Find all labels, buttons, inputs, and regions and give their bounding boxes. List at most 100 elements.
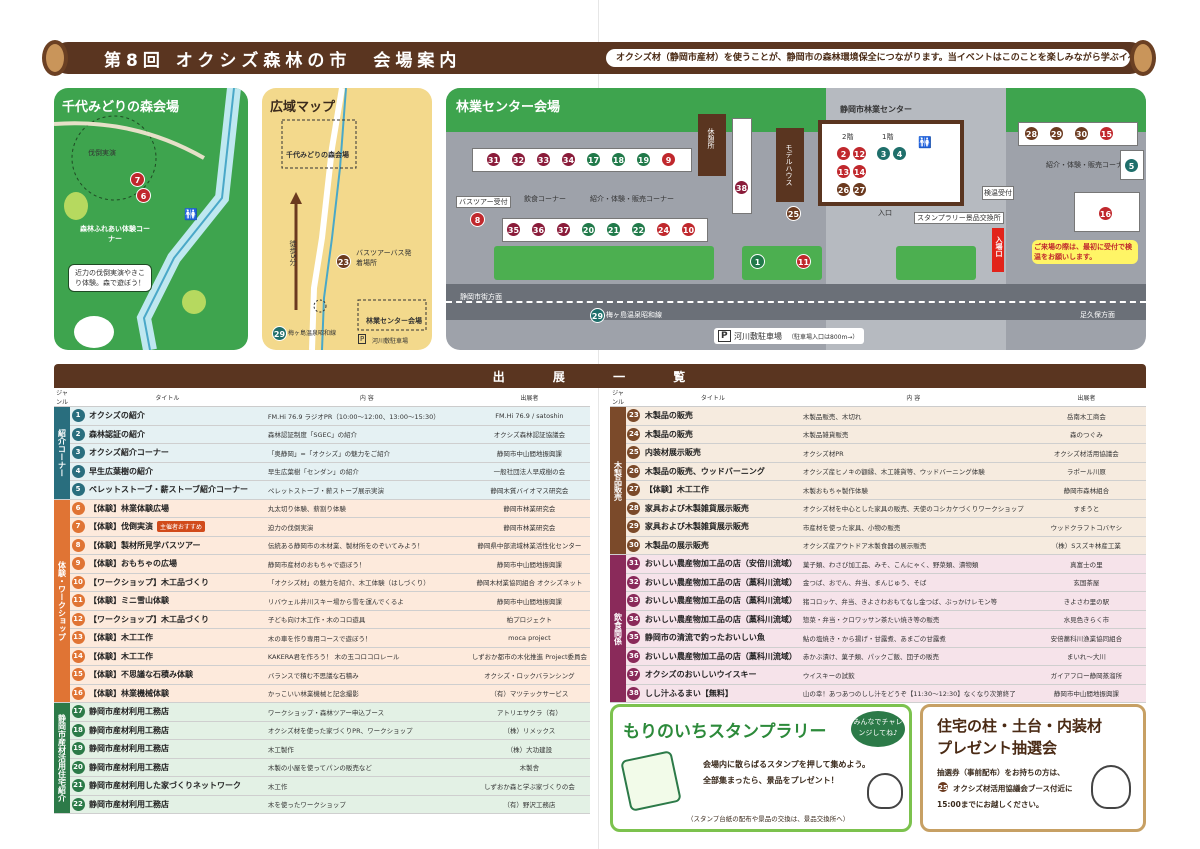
map3-badge-36[interactable]: 36 <box>531 222 546 237</box>
row-title-text: 【体験】木工工作 <box>89 633 153 643</box>
row-title-text: 【体験】木工工作 <box>89 651 153 661</box>
map3-badge-14[interactable]: 14 <box>852 164 867 179</box>
map3-badge-19[interactable]: 19 <box>636 152 651 167</box>
row-title: 【体験】林業機械体験 <box>86 684 265 703</box>
map2-label-parking: 河川敷駐車場 <box>372 338 409 345</box>
row-exhibitor: オクシズ森林認証協議会 <box>468 425 590 444</box>
map3-badge-29[interactable]: 29 <box>1049 126 1064 141</box>
row-title-text: 静岡市産材利用した家づくりネットワーク <box>89 781 241 791</box>
row-title-text: オクシズ紹介コーナー <box>89 448 169 458</box>
map3-badge-8[interactable]: 8 <box>470 212 485 227</box>
table-row: 25 内装材展示販売 オクシズ材PR オクシズ材活用協議会 <box>610 443 1146 463</box>
map3-badge-16[interactable]: 16 <box>1098 206 1113 221</box>
map3-badge-33[interactable]: 33 <box>536 152 551 167</box>
table-row: 14 【体験】木工工作 KAKERA君を作ろう！ 木の玉コロコロレール しずおか都市の… <box>54 647 590 666</box>
row-number: 18 <box>70 721 86 740</box>
table-row: 7 【体験】伐倒実演 主催者おすすめ 迫力の伐倒実演 静岡市林業研究会 <box>54 517 590 537</box>
map3-badge-37[interactable]: 37 <box>556 222 571 237</box>
row-title-text: 【体験】おもちゃの広場 <box>89 559 177 569</box>
map3-badge-34[interactable]: 34 <box>561 152 576 167</box>
row-title: 家具および木製雑貨展示販売 <box>641 499 800 518</box>
map3-badge-28[interactable]: 28 <box>1024 126 1039 141</box>
map3-badge-17[interactable]: 17 <box>586 152 601 167</box>
map3-badge-9[interactable]: 9 <box>661 152 676 167</box>
row-title-text: おいしい農産物加工品の店（安倍川流域） <box>644 559 797 569</box>
th-title-right: タイトル <box>625 388 800 407</box>
row-content: 猪コロッケ、弁当、きよさわおもてなし金つば、ぶっかけレモン等 <box>799 591 1027 611</box>
map2-badge-23[interactable]: 23 <box>336 254 351 269</box>
map3-badge-31[interactable]: 31 <box>486 152 501 167</box>
row-title: 【体験】木工工作 <box>86 647 265 666</box>
number-badge: 17 <box>71 705 85 719</box>
row-content: 早生広葉樹「センダン」の紹介 <box>264 462 469 481</box>
number-badge: 25 <box>627 446 641 460</box>
map3-badge-32[interactable]: 32 <box>511 152 526 167</box>
label-food: 飲食コーナー <box>524 195 566 203</box>
number-badge: 26 <box>627 464 641 478</box>
map3-badge-20[interactable]: 20 <box>581 222 596 237</box>
map1-badge-7[interactable]: 7 <box>130 172 145 187</box>
row-title-text: 木製品の販売 <box>644 411 693 421</box>
map3-badge-13[interactable]: 13 <box>836 164 851 179</box>
row-exhibitor: 岳南木工商会 <box>1026 406 1146 426</box>
map3-badge-15[interactable]: 15 <box>1099 126 1114 141</box>
table-row: 21 静岡市産材利用した家づくりネットワーク 木工作 しずおか森と学ぶ家づくりの会 <box>54 776 590 796</box>
map3-badge-18[interactable]: 18 <box>611 152 626 167</box>
map1-badge-6[interactable]: 6 <box>136 188 151 203</box>
map3-badge-38[interactable]: 38 <box>734 180 749 195</box>
floor-1f: 1階 <box>882 133 894 141</box>
row-number: 2 <box>70 425 86 444</box>
map3-badge-30[interactable]: 30 <box>1074 126 1089 141</box>
row-content: KAKERA君を作ろう！ 木の玉コロコロレール <box>264 647 469 666</box>
map3-badge-25[interactable]: 25 <box>786 206 801 221</box>
row-content: かっこいい林業機械と記念撮影 <box>264 684 469 703</box>
row-exhibitor: 一般社団法人早成樹の会 <box>468 462 590 481</box>
lottery-line2: オクシズ材活用協議会ブース付近に <box>953 784 1073 793</box>
map3-badge-35[interactable]: 35 <box>506 222 521 237</box>
label-rest: 休憩所 <box>707 128 715 149</box>
stamp-line1: 会場内に散らばるスタンプを押して集めよう。 <box>703 760 871 769</box>
row-title: おいしい農産物加工品の店（藁科川流域） <box>641 573 800 592</box>
genre-cell: 飲食関係 <box>610 554 626 703</box>
row-content: 山の幸！あつあつのしし汁をどうぞ【11:30～12:30】なくなり次第終了 <box>799 684 1027 703</box>
number-badge: 35 <box>627 631 641 645</box>
map3-badge-10[interactable]: 10 <box>681 222 696 237</box>
th-exhibitor: 出展者 <box>468 388 590 407</box>
map3-badge-21[interactable]: 21 <box>606 222 621 237</box>
row-number: 27 <box>625 480 642 500</box>
map3-badge-26[interactable]: 26 <box>836 182 851 197</box>
row-content: 木製おもちゃ製作体験 <box>799 480 1027 500</box>
row-exhibitor: オクシズ材活用協議会 <box>1026 443 1146 463</box>
map3-badge-24[interactable]: 24 <box>656 222 671 237</box>
row-title-text: 静岡市産材利用工務店 <box>89 744 169 754</box>
row-exhibitor: 静岡市林業研究会 <box>468 517 590 537</box>
map3-badge-3[interactable]: 3 <box>876 146 891 161</box>
th-exhibitor-right: 出展者 <box>1026 388 1146 407</box>
row-exhibitor: （株）リメックス <box>468 721 590 740</box>
map3-badge-5[interactable]: 5 <box>1124 158 1139 173</box>
row-exhibitor: 安倍藁科川漁業協同組合 <box>1026 628 1146 648</box>
number-badge: 30 <box>627 538 641 552</box>
parking-p-icon: P <box>718 330 731 342</box>
stamp-bubble: みんなでチャレンジしてね♪ <box>851 711 905 747</box>
map3-badge-27[interactable]: 27 <box>852 182 867 197</box>
map3-badge-1[interactable]: 1 <box>750 254 765 269</box>
log-end-left <box>42 40 68 76</box>
map3-badge-2[interactable]: 2 <box>836 146 851 161</box>
map3-badge-12[interactable]: 12 <box>852 146 867 161</box>
river-svg <box>54 88 241 350</box>
row-number: 30 <box>625 536 642 555</box>
table-head-left: ジャンル タイトル 内 容 出展者 <box>54 388 590 407</box>
map3-badge-11[interactable]: 11 <box>796 254 811 269</box>
row-exhibitor: 森のつぐみ <box>1026 425 1146 444</box>
row-title: オクシズのおいしいウイスキー <box>641 665 800 685</box>
wide-map-svg <box>281 88 427 350</box>
map3-badge-22[interactable]: 22 <box>631 222 646 237</box>
number-badge: 24 <box>627 427 641 441</box>
row-number: 26 <box>625 462 642 481</box>
map3-badge-4[interactable]: 4 <box>892 146 907 161</box>
row-title-text: オクシズの紹介 <box>89 411 145 421</box>
header-subtitle: オクシズ材（静岡市産材）を使うことが、静岡市の森林環境保全につながります。当イベ… <box>606 49 1130 67</box>
table-row: 11 【体験】ミニ雪山体験 リバウェル井川スキー場から雪を運んでくるよ 静岡市中山間地… <box>54 591 590 611</box>
exhibit-table-right: ジャンル タイトル 内 容 出展者 木製品販売 23 木製品の販売 木製品販売、木切れ… <box>610 388 1146 703</box>
